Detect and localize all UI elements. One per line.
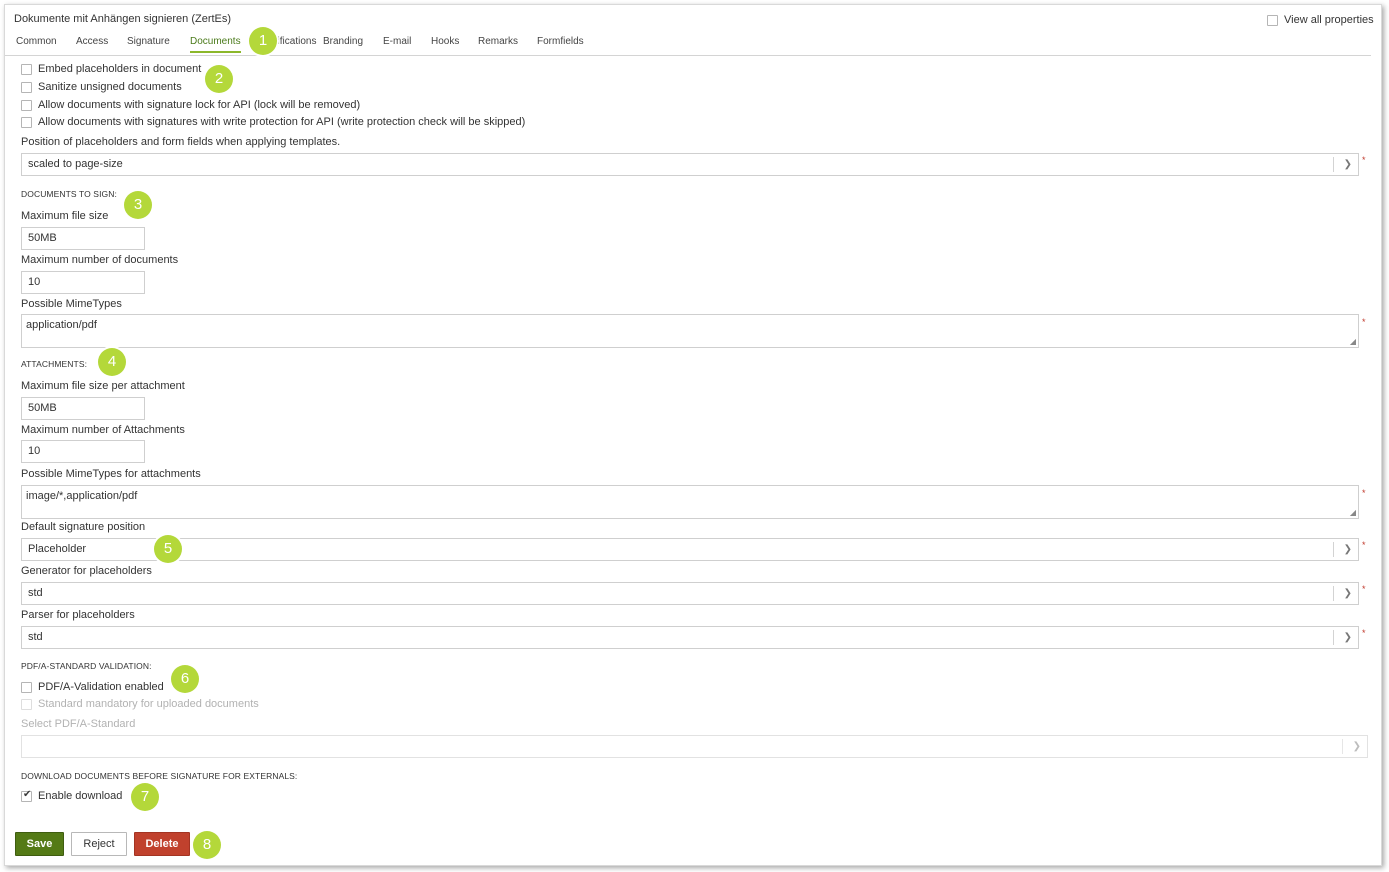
allow-signature-lock-label: Allow documents with signature lock for … (38, 99, 361, 111)
required-marker: * (1362, 317, 1366, 327)
callout-badge-7: 7 (131, 783, 159, 811)
parser-select[interactable]: std ❯ (21, 626, 1359, 649)
view-all-checkbox[interactable] (1267, 14, 1278, 26)
required-marker: * (1362, 155, 1366, 165)
pdfa-standard-select: ❯ (21, 735, 1368, 758)
callout-badge-2: 2 (205, 65, 233, 93)
attachments-section-title: ATTACHMENTS: (21, 359, 88, 369)
required-marker: * (1362, 540, 1366, 550)
pdfa-enabled-option[interactable]: PDF/A-Validation enabled (21, 681, 164, 693)
required-marker: * (1362, 584, 1366, 594)
pdfa-enabled-label: PDF/A-Validation enabled (38, 681, 164, 693)
position-select[interactable]: scaled to page-size ❯ (21, 153, 1359, 176)
att-mimetypes-textarea[interactable]: image/*,application/pdf ◢ (21, 485, 1359, 519)
att-max-count-label: Maximum number of Attachments (21, 424, 185, 436)
tab-remarks[interactable]: Remarks (478, 36, 518, 47)
pdfa-mandatory-option: Standard mandatory for uploaded document… (21, 698, 259, 710)
doc-mimetypes-textarea[interactable]: application/pdf ◢ (21, 314, 1359, 348)
chevron-down-icon[interactable]: ❯ (1344, 627, 1352, 648)
reject-button[interactable]: Reject (71, 832, 127, 856)
callout-badge-8: 8 (193, 831, 221, 859)
sanitize-unsigned-checkbox[interactable] (21, 81, 32, 93)
view-all-label: View all properties (1284, 14, 1374, 26)
embed-placeholders-option[interactable]: Embed placeholders in document (21, 63, 201, 75)
tab-branding[interactable]: Branding (323, 36, 363, 47)
pdfa-enabled-checkbox[interactable] (21, 681, 32, 693)
default-position-value: Placeholder (28, 543, 87, 555)
doc-mimetypes-value: application/pdf (26, 319, 97, 331)
pdfa-select-label: Select PDF/A-Standard (21, 718, 136, 730)
chevron-down-icon[interactable]: ❯ (1344, 583, 1352, 604)
window-title: Dokumente mit Anhängen signieren (ZertEs… (14, 13, 232, 25)
download-section-title: DOWNLOAD DOCUMENTS BEFORE SIGNATURE FOR … (21, 771, 298, 781)
att-max-size-label: Maximum file size per attachment (21, 380, 185, 392)
att-mimetypes-value: image/*,application/pdf (26, 490, 138, 502)
callout-badge-3: 3 (124, 191, 152, 219)
position-select-value: scaled to page-size (28, 158, 123, 170)
tab-common[interactable]: Common (16, 36, 57, 47)
doc-mimetypes-label: Possible MimeTypes (21, 298, 122, 310)
tab-hooks[interactable]: Hooks (431, 36, 459, 47)
resize-grip-icon[interactable]: ◢ (1350, 337, 1356, 346)
att-max-size-input[interactable]: 50MB (21, 397, 145, 420)
parser-value: std (28, 631, 43, 643)
view-all-properties[interactable]: View all properties (1267, 14, 1374, 26)
pdfa-mandatory-label: Standard mandatory for uploaded document… (38, 698, 259, 710)
pdfa-section-title: PDF/A-STANDARD VALIDATION: (21, 661, 152, 671)
settings-panel: Dokumente mit Anhängen signieren (ZertEs… (4, 4, 1382, 866)
att-max-count-input[interactable]: 10 (21, 440, 145, 463)
doc-max-count-input[interactable]: 10 (21, 271, 145, 294)
generator-label: Generator for placeholders (21, 565, 152, 577)
enable-download-option[interactable]: Enable download (21, 789, 123, 802)
callout-badge-6: 6 (171, 665, 199, 693)
callout-badge-4: 4 (98, 348, 126, 376)
resize-grip-icon[interactable]: ◢ (1350, 508, 1356, 517)
sanitize-unsigned-option[interactable]: Sanitize unsigned documents (21, 81, 182, 93)
att-mimetypes-label: Possible MimeTypes for attachments (21, 468, 201, 480)
allow-write-protection-label: Allow documents with signatures with wri… (38, 116, 526, 128)
tab-formfields[interactable]: Formfields (537, 36, 584, 47)
tab-email[interactable]: E-mail (383, 36, 411, 47)
parser-label: Parser for placeholders (21, 609, 135, 621)
doc-max-size-input[interactable]: 50MB (21, 227, 145, 250)
embed-placeholders-label: Embed placeholders in document (38, 63, 202, 75)
tab-bar: Common Access Signature Documents Notifi… (5, 33, 1371, 56)
tab-signature[interactable]: Signature (127, 36, 170, 47)
delete-button[interactable]: Delete (134, 832, 190, 856)
pdfa-mandatory-checkbox (21, 698, 32, 710)
required-marker: * (1362, 628, 1366, 638)
generator-value: std (28, 587, 43, 599)
default-position-select[interactable]: Placeholder ❯ (21, 538, 1359, 561)
documents-section-title: DOCUMENTS TO SIGN: (21, 189, 117, 199)
embed-placeholders-checkbox[interactable] (21, 63, 32, 75)
enable-download-label: Enable download (38, 790, 123, 802)
enable-download-checkbox[interactable] (21, 789, 32, 802)
callout-badge-1: 1 (249, 27, 277, 55)
save-button[interactable]: Save (15, 832, 64, 856)
chevron-down-icon: ❯ (1352, 741, 1361, 752)
default-position-label: Default signature position (21, 521, 146, 533)
allow-write-protection-checkbox[interactable] (21, 116, 32, 128)
callout-badge-5: 5 (154, 535, 182, 563)
generator-select[interactable]: std ❯ (21, 582, 1359, 605)
required-marker: * (1362, 488, 1366, 498)
chevron-down-icon[interactable]: ❯ (1344, 539, 1352, 560)
allow-signature-lock-option[interactable]: Allow documents with signature lock for … (21, 99, 360, 111)
allow-write-protection-option[interactable]: Allow documents with signatures with wri… (21, 116, 525, 128)
sanitize-unsigned-label: Sanitize unsigned documents (38, 81, 182, 93)
doc-max-size-label: Maximum file size (21, 210, 109, 222)
tab-access[interactable]: Access (76, 36, 108, 47)
doc-max-count-label: Maximum number of documents (21, 254, 179, 266)
allow-signature-lock-checkbox[interactable] (21, 99, 32, 111)
position-label: Position of placeholders and form fields… (21, 136, 341, 148)
tab-documents[interactable]: Documents (190, 36, 241, 53)
chevron-down-icon[interactable]: ❯ (1344, 154, 1352, 175)
